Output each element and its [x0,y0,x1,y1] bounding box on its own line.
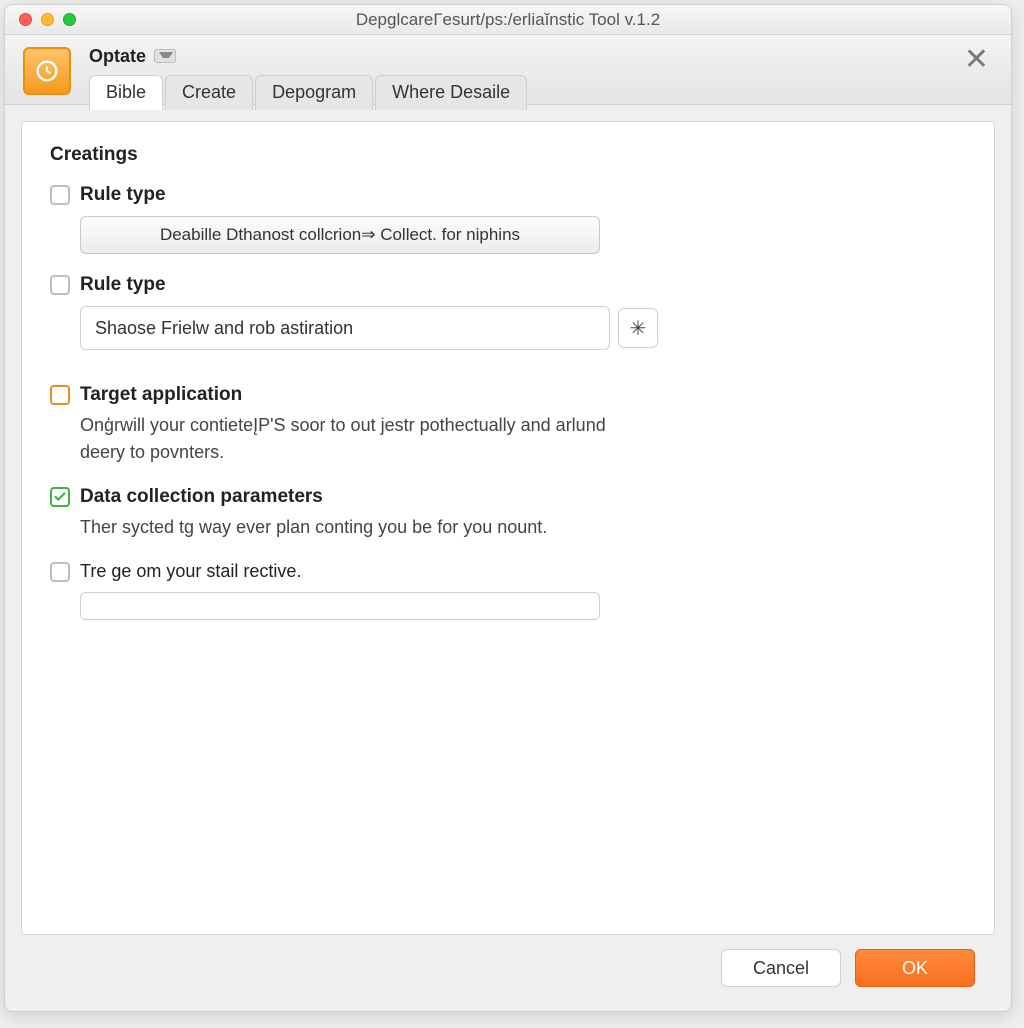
clear-input-icon[interactable]: ✳ [618,308,658,348]
target-application-row: Target application Onģrwill your contiet… [50,384,966,466]
data-collection-row: Data collection parameters Ther sycted t… [50,486,966,541]
tab-depogram[interactable]: Depogram [255,75,373,110]
content-area: Creatings Rule type Deabille Dthanost co… [5,105,1011,1011]
optate-label: Optate [89,46,146,67]
tab-create[interactable]: Create [165,75,253,110]
data-collection-desc: Ther sycted tg way ever plan conting you… [80,514,640,541]
optate-dropdown-icon[interactable] [154,49,176,63]
minimize-traffic-icon[interactable] [41,13,54,26]
ok-button[interactable]: OK [855,949,975,987]
header-content: Optate Bible Create Depogram Where Desai… [71,43,995,110]
close-icon[interactable]: ✕ [964,45,989,75]
rule-type-2-row: Rule type ✳ [50,274,966,350]
settings-panel: Creatings Rule type Deabille Dthanost co… [21,121,995,935]
app-window: DepglcareГesurt/ps:/erliaĭnstic Tool v.1… [4,4,1012,1012]
close-traffic-icon[interactable] [19,13,32,26]
target-application-checkbox[interactable] [50,385,70,405]
section-title: Creatings [50,144,966,166]
data-collection-checkbox[interactable] [50,487,70,507]
optate-row: Optate [89,43,995,69]
tab-bible[interactable]: Bible [89,75,163,110]
app-icon [23,47,71,95]
traffic-lights [5,13,76,26]
stail-row: Tre ge om your stail rective. [50,561,966,620]
tab-where-desaile[interactable]: Where Desaile [375,75,527,110]
rule-type-1-checkbox[interactable] [50,185,70,205]
dialog-footer: Cancel OK [21,935,995,995]
target-application-desc: Onģrwill your contieteĮP'S soor to out j… [80,412,640,466]
stail-label: Tre ge om your stail rective. [80,561,301,582]
zoom-traffic-icon[interactable] [63,13,76,26]
rule-type-2-checkbox[interactable] [50,275,70,295]
cancel-button[interactable]: Cancel [721,949,841,987]
rule-type-2-label: Rule type [80,274,166,296]
data-collection-label: Data collection parameters [80,486,323,508]
tabs: Bible Create Depogram Where Desaile [89,75,995,110]
target-application-label: Target application [80,384,242,406]
header: Optate Bible Create Depogram Where Desai… [5,35,1011,105]
titlebar: DepglcareГesurt/ps:/erliaĭnstic Tool v.1… [5,5,1011,35]
rule-type-1-select[interactable]: Deabille Dthanost collcrion⇒ Collect. fo… [80,216,600,254]
stail-input[interactable] [80,592,600,620]
rule-type-1-row: Rule type Deabille Dthanost collcrion⇒ C… [50,184,966,254]
rule-type-1-label: Rule type [80,184,166,206]
rule-type-2-input[interactable] [80,306,610,350]
stail-checkbox[interactable] [50,562,70,582]
window-title: DepglcareГesurt/ps:/erliaĭnstic Tool v.1… [5,10,1011,30]
